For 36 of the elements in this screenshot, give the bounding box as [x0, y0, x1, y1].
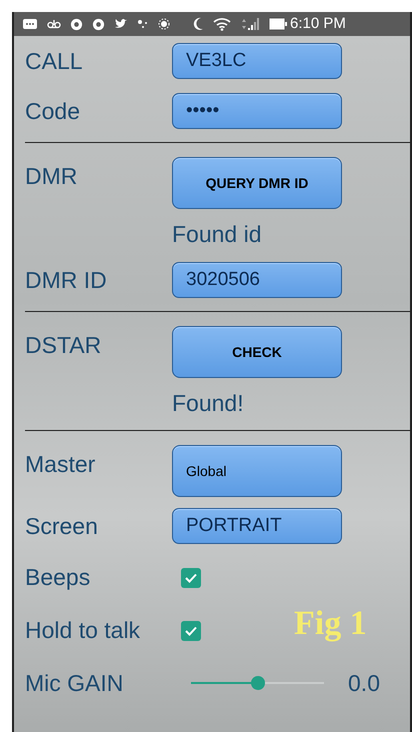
brightness-icon	[158, 18, 170, 30]
figure-label: Fig 1	[294, 604, 367, 644]
input-field[interactable]: PORTRAIT	[172, 508, 342, 544]
input-field[interactable]: VE3LC	[172, 43, 342, 79]
setting-label: Screen	[25, 512, 99, 541]
status-text: Found id	[172, 220, 262, 249]
action-button[interactable]: CHECK	[172, 326, 342, 378]
action-button[interactable]: QUERY DMR ID	[172, 157, 342, 209]
wifi-icon	[213, 17, 231, 31]
signal-icon	[240, 17, 260, 31]
select-button[interactable]: Global	[172, 445, 342, 497]
setting-label: DMR	[25, 162, 78, 191]
setting-label: Master	[25, 450, 96, 479]
moon-icon	[192, 17, 204, 31]
setting-label: Hold to talk	[25, 616, 142, 646]
battery-icon	[269, 18, 287, 30]
input-field[interactable]: 3020506	[172, 262, 342, 298]
slider-thumb[interactable]	[250, 676, 264, 690]
checkbox[interactable]	[181, 620, 201, 640]
browser-icon	[70, 18, 83, 30]
setting-label: Code	[25, 96, 81, 126]
setting-label: Beeps	[25, 563, 92, 592]
status-time: 6:10 PM	[290, 14, 346, 34]
bird-icon	[114, 18, 128, 30]
dots-icon	[137, 19, 149, 29]
setting-label: DMR ID	[25, 266, 108, 295]
checkbox[interactable]	[181, 568, 201, 588]
message-icon	[22, 18, 38, 30]
input-field[interactable]: •••••	[172, 93, 342, 129]
setting-label: DSTAR	[25, 331, 102, 360]
browser-icon	[92, 18, 105, 30]
setting-label: CALL	[25, 46, 84, 76]
voicemail-icon	[47, 19, 61, 29]
status-text: Found!	[172, 388, 244, 418]
gain-reading: 0.0	[348, 668, 381, 698]
setting-label: Mic GAIN	[25, 668, 124, 698]
